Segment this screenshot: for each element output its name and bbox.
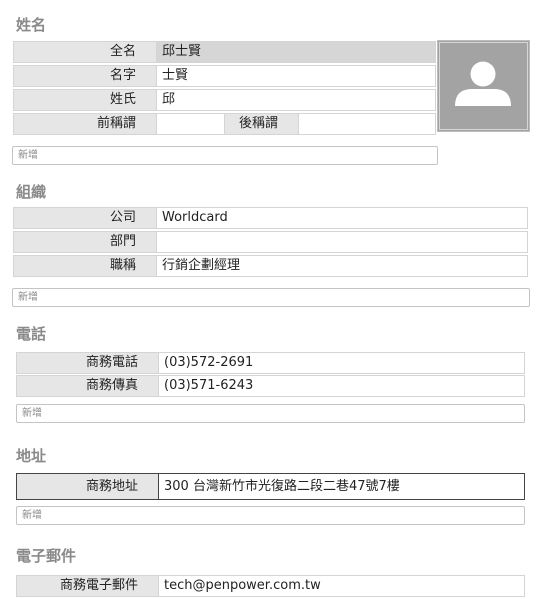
work-phone-label: 商務電話: [17, 353, 158, 373]
prefix-field[interactable]: [156, 114, 224, 134]
job-title-label: 職稱: [14, 256, 156, 276]
work-address-field[interactable]: 300 台灣新竹市光復路二段二巷47號7樓: [158, 474, 524, 499]
work-email-row: 商務電子郵件 tech@penpower.com.tw: [16, 575, 525, 597]
suffix-label: 後稱謂: [224, 114, 298, 134]
full-name-value[interactable]: 邱士賢: [156, 42, 435, 62]
work-address-row: 商務地址 300 台灣新竹市光復路二段二巷47號7樓: [16, 473, 525, 500]
org-section-title: 組織: [16, 183, 47, 201]
work-phone-field[interactable]: (03)572-2691: [158, 353, 524, 373]
department-field[interactable]: [156, 232, 527, 252]
work-fax-row: 商務傳真 (03)571-6243: [16, 375, 525, 397]
work-fax-label: 商務傳真: [17, 376, 158, 396]
email-section-title: 電子郵件: [16, 547, 77, 565]
work-email-field[interactable]: tech@penpower.com.tw: [158, 576, 524, 596]
full-name-row: 全名 邱士賢: [13, 41, 436, 63]
address-section-title: 地址: [16, 447, 47, 465]
last-name-field[interactable]: 邱: [156, 90, 435, 110]
work-email-label: 商務電子郵件: [17, 576, 158, 596]
contact-photo[interactable]: [437, 40, 530, 132]
first-name-field[interactable]: 士賢: [156, 66, 435, 86]
first-name-row: 名字 士賢: [13, 65, 436, 87]
department-row: 部門: [13, 231, 528, 253]
work-phone-row: 商務電話 (03)572-2691: [16, 352, 525, 374]
title-row: 前稱謂 後稱謂: [13, 113, 436, 135]
person-silhouette-icon: [455, 61, 511, 106]
last-name-row: 姓氏 邱: [13, 89, 436, 111]
full-name-label: 全名: [14, 42, 156, 62]
phone-section-title: 電話: [16, 325, 47, 343]
work-fax-field[interactable]: (03)571-6243: [158, 376, 524, 396]
department-label: 部門: [14, 232, 156, 252]
name-add-field[interactable]: 新增: [12, 146, 438, 165]
work-address-label: 商務地址: [17, 474, 158, 499]
suffix-field[interactable]: [298, 114, 435, 134]
job-title-row: 職稱 行銷企劃經理: [13, 255, 528, 277]
company-row: 公司 Worldcard: [13, 207, 528, 229]
last-name-label: 姓氏: [14, 90, 156, 110]
org-add-field[interactable]: 新增: [12, 288, 530, 307]
company-field[interactable]: Worldcard: [156, 208, 527, 228]
company-label: 公司: [14, 208, 156, 228]
prefix-label: 前稱謂: [14, 114, 156, 134]
job-title-field[interactable]: 行銷企劃經理: [156, 256, 527, 276]
first-name-label: 名字: [14, 66, 156, 86]
phone-add-field[interactable]: 新增: [16, 404, 525, 423]
name-section-title: 姓名: [16, 16, 47, 34]
address-add-field[interactable]: 新增: [16, 506, 525, 525]
